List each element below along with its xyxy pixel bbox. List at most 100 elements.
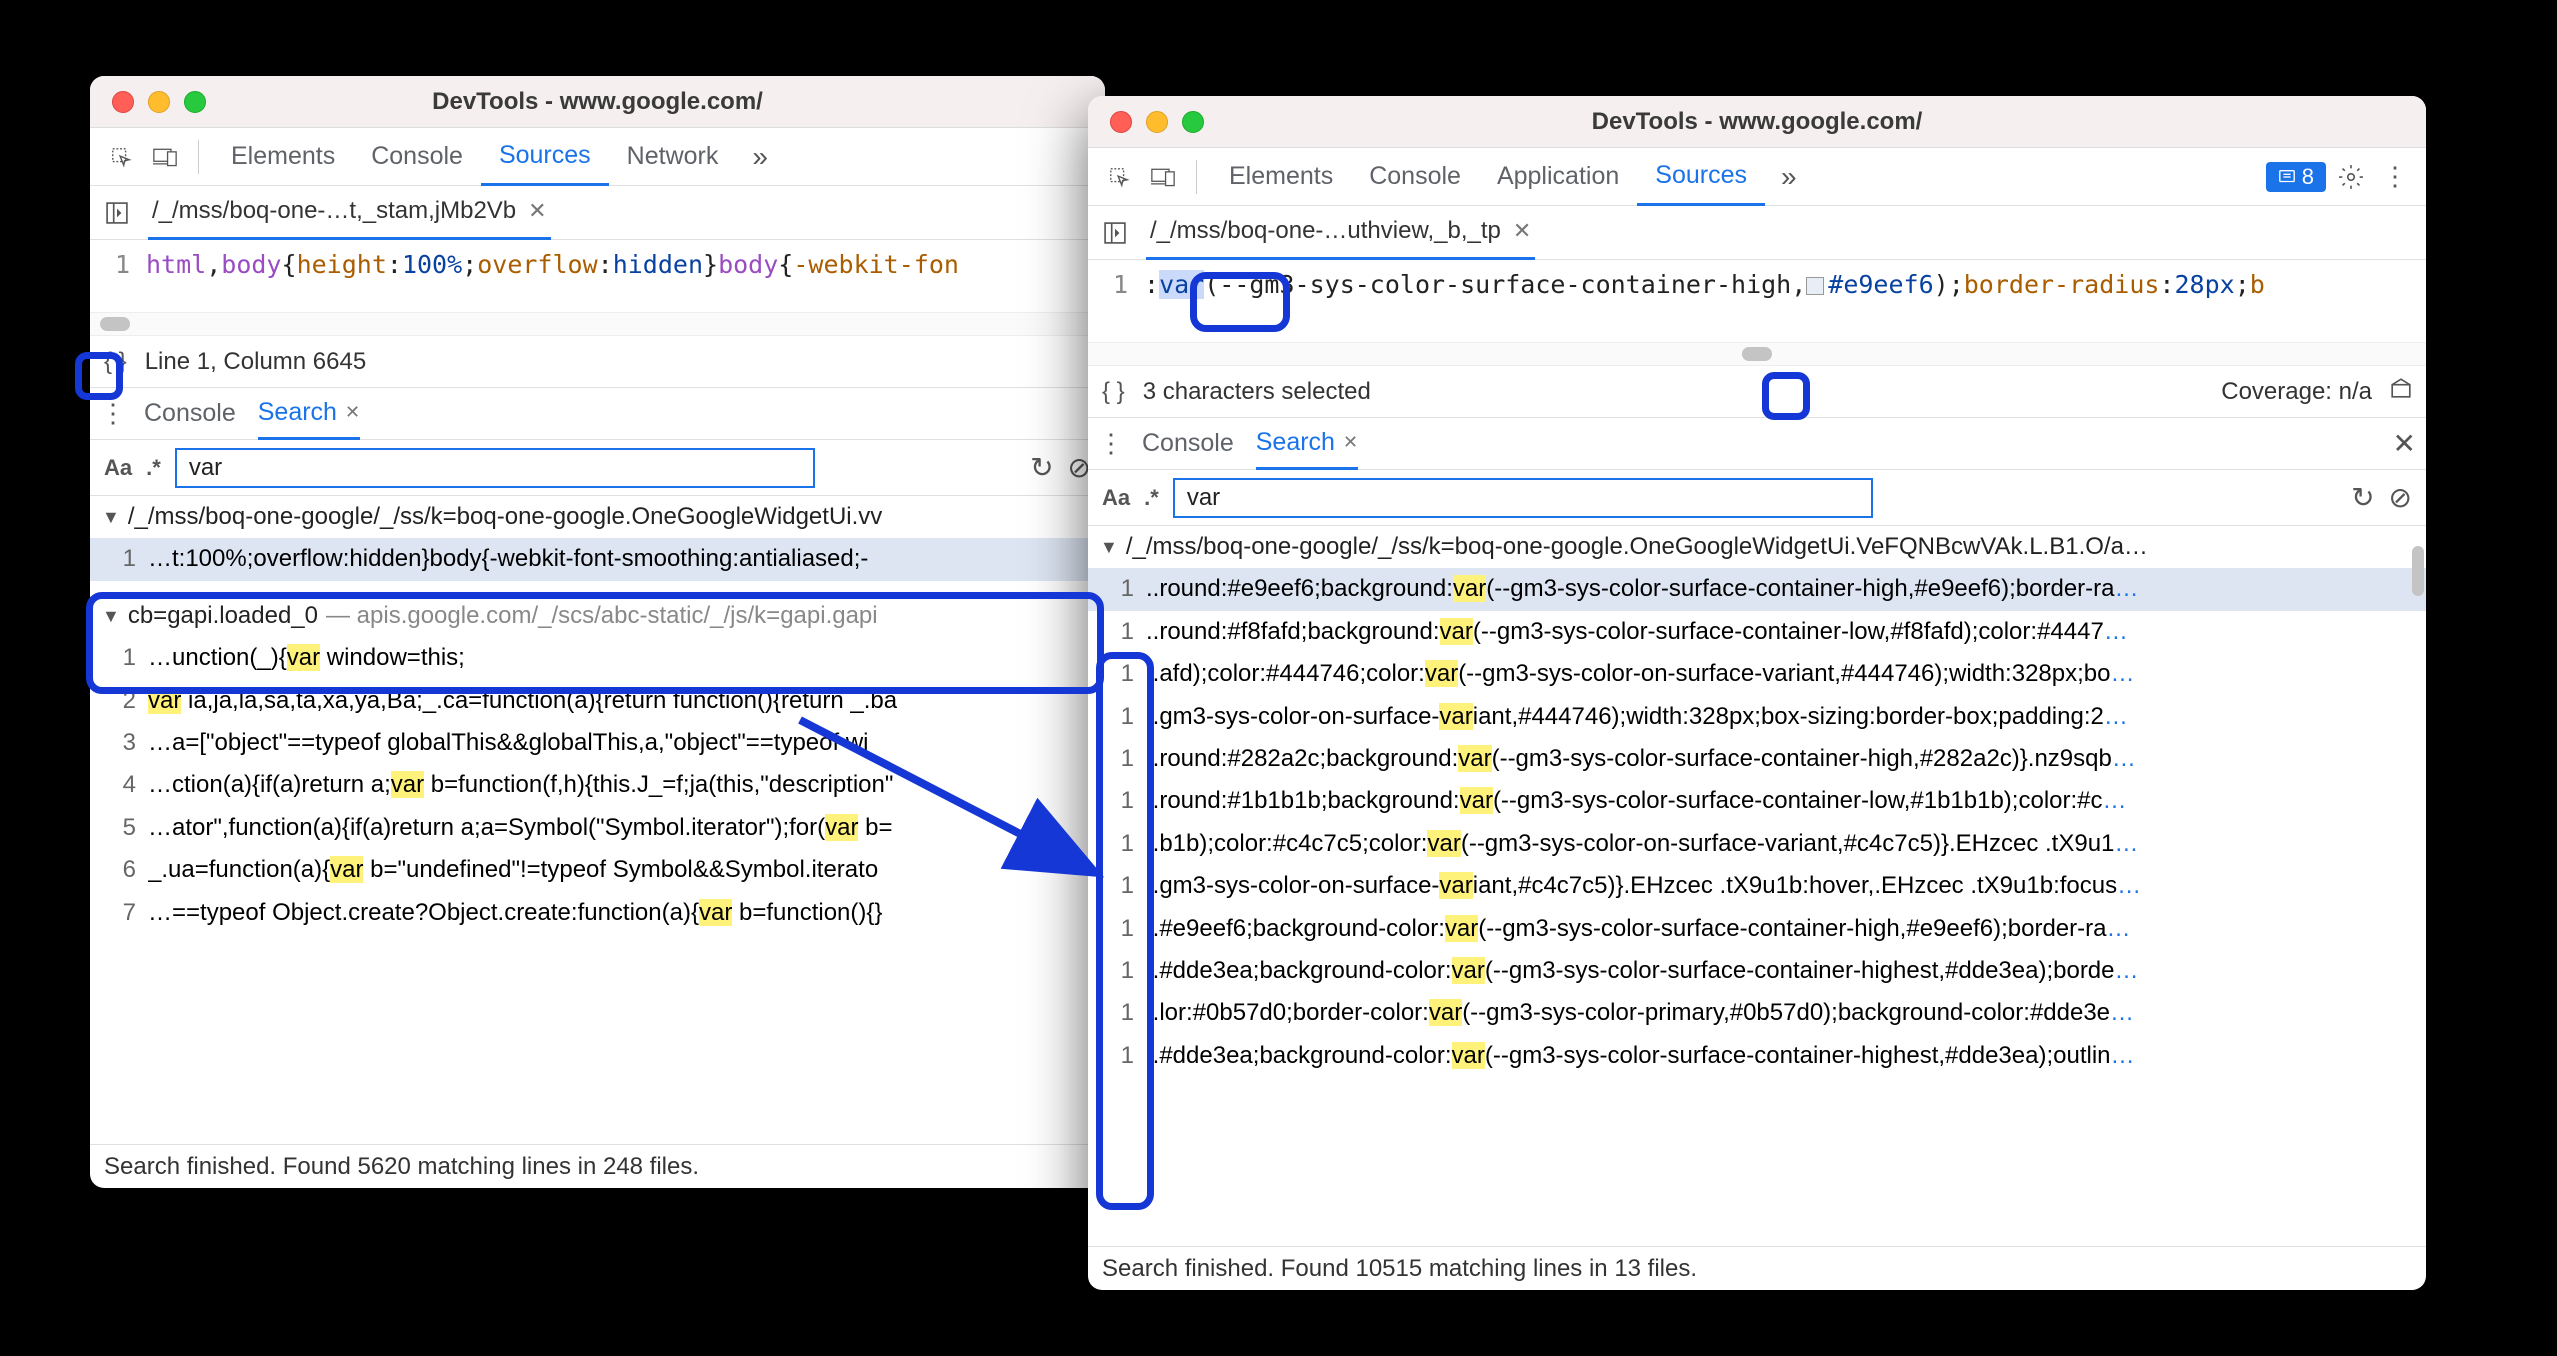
issues-badge[interactable]: 8 bbox=[2266, 162, 2326, 192]
drawer-menu-icon[interactable]: ⋮ bbox=[100, 398, 126, 429]
close-icon[interactable]: ✕ bbox=[1513, 218, 1531, 244]
search-result-row[interactable]: 1..#e9eef6;background-color:var(--gm3-sy… bbox=[1088, 908, 2426, 950]
search-result-row[interactable]: 1..round:#f8fafd;background:var(--gm3-sy… bbox=[1088, 611, 2426, 653]
search-result-row[interactable]: 4…ction(a){if(a)return a;var b=function(… bbox=[90, 764, 1105, 806]
tab-sources[interactable]: Sources bbox=[481, 128, 609, 186]
search-result-row[interactable]: 2var ia,ja,la,sa,ta,xa,ya,Ba;_.ca=functi… bbox=[90, 680, 1105, 722]
braces-icon[interactable]: { } bbox=[104, 348, 127, 376]
search-bar: Aa .* ↻ ⊘ bbox=[90, 440, 1105, 496]
search-result-row[interactable]: 5…ator",function(a){if(a)return a;a=Symb… bbox=[90, 807, 1105, 849]
drawer-tabbar: ⋮ Console Search✕ bbox=[90, 388, 1105, 440]
search-result-row[interactable]: 1..gm3-sys-color-on-surface-variant,#c4c… bbox=[1088, 865, 2426, 907]
maximize-window-button[interactable] bbox=[184, 91, 206, 113]
titlebar: DevTools - www.google.com/ bbox=[1088, 96, 2426, 148]
close-window-button[interactable] bbox=[1110, 111, 1132, 133]
tab-elements[interactable]: Elements bbox=[213, 128, 353, 186]
close-window-button[interactable] bbox=[112, 91, 134, 113]
file-tab-label: /_/mss/boq-one-…uthview,_b,_tp bbox=[1150, 217, 1501, 245]
search-summary: Search finished. Found 5620 matching lin… bbox=[104, 1153, 699, 1181]
result-file-path[interactable]: /_/mss/boq-one-google/_/ss/k=boq-one-goo… bbox=[1126, 528, 2148, 566]
kebab-menu-icon[interactable]: ⋮ bbox=[2376, 158, 2414, 196]
code-line: html,body{height:100%;overflow:hidden}bo… bbox=[146, 246, 959, 306]
close-drawer-icon[interactable]: ✕ bbox=[2393, 427, 2416, 460]
line-number: 1 bbox=[90, 246, 146, 306]
more-tabs-chevron-icon[interactable]: » bbox=[1771, 161, 1807, 193]
device-toggle-icon[interactable] bbox=[1144, 158, 1182, 196]
refresh-icon[interactable]: ↻ bbox=[2351, 481, 2374, 514]
minimize-window-button[interactable] bbox=[1146, 111, 1168, 133]
sidebar-toggle-icon[interactable] bbox=[1098, 216, 1132, 250]
match-case-toggle[interactable]: Aa bbox=[104, 455, 132, 481]
regex-toggle[interactable]: .* bbox=[1144, 485, 1159, 511]
file-tabbar: /_/mss/boq-one-…t,_stam,jMb2Vb ✕ bbox=[90, 186, 1105, 240]
traffic-lights bbox=[90, 91, 206, 113]
drawer-menu-icon[interactable]: ⋮ bbox=[1098, 428, 1124, 459]
search-result-row[interactable]: 3…a=["object"==typeof globalThis&&global… bbox=[90, 722, 1105, 764]
coverage-icon[interactable] bbox=[2390, 377, 2412, 406]
refresh-icon[interactable]: ↻ bbox=[1030, 451, 1053, 484]
main-toolbar: ElementsConsoleSourcesNetwork » bbox=[90, 128, 1105, 186]
tab-sources[interactable]: Sources bbox=[1637, 148, 1765, 206]
drawer-tab-search[interactable]: Search✕ bbox=[258, 388, 360, 440]
code-editor[interactable]: 1 :var(--gm3-sys-color-surface-container… bbox=[1088, 260, 2426, 342]
gear-icon[interactable] bbox=[2332, 158, 2370, 196]
search-result-row[interactable]: 1..#dde3ea;background-color:var(--gm3-sy… bbox=[1088, 950, 2426, 992]
search-result-row[interactable]: 1..lor:#0b57d0;border-color:var(--gm3-sy… bbox=[1088, 992, 2426, 1034]
search-result-row[interactable]: 1..b1b);color:#c4c7c5;color:var(--gm3-sy… bbox=[1088, 823, 2426, 865]
file-tab[interactable]: /_/mss/boq-one-…uthview,_b,_tp ✕ bbox=[1146, 206, 1535, 260]
search-result-row[interactable]: 1..round:#e9eef6;background:var(--gm3-sy… bbox=[1088, 568, 2426, 610]
drawer-tab-console[interactable]: Console bbox=[144, 388, 236, 440]
close-icon[interactable]: ✕ bbox=[528, 198, 546, 224]
search-result-row[interactable]: 1..#dde3ea;background-color:var(--gm3-sy… bbox=[1088, 1035, 2426, 1077]
file-tabbar: /_/mss/boq-one-…uthview,_b,_tp ✕ bbox=[1088, 206, 2426, 260]
inspect-icon[interactable] bbox=[102, 138, 140, 176]
search-result-row[interactable]: 1..round:#282a2c;background:var(--gm3-sy… bbox=[1088, 738, 2426, 780]
close-drawer-tab-icon[interactable]: ✕ bbox=[1343, 432, 1358, 453]
file-tab-label: /_/mss/boq-one-…t,_stam,jMb2Vb bbox=[152, 197, 516, 225]
horizontal-scrollbar[interactable] bbox=[90, 312, 1105, 336]
search-result-row[interactable]: 1..afd);color:#444746;color:var(--gm3-sy… bbox=[1088, 653, 2426, 695]
tab-application[interactable]: Application bbox=[1479, 148, 1637, 206]
disclosure-triangle-icon[interactable]: ▼ bbox=[102, 602, 120, 631]
tab-console[interactable]: Console bbox=[1351, 148, 1479, 206]
tab-network[interactable]: Network bbox=[609, 128, 737, 186]
device-toggle-icon[interactable] bbox=[146, 138, 184, 176]
search-result-row[interactable]: 1…t:100%;overflow:hidden}body{-webkit-fo… bbox=[90, 538, 1105, 580]
code-editor[interactable]: 1 html,body{height:100%;overflow:hidden}… bbox=[90, 240, 1105, 312]
search-results[interactable]: ▼ /_/mss/boq-one-google/_/ss/k=boq-one-go… bbox=[1088, 526, 2426, 1246]
search-input[interactable] bbox=[175, 448, 815, 488]
regex-toggle[interactable]: .* bbox=[146, 455, 161, 481]
more-tabs-chevron-icon[interactable]: » bbox=[742, 141, 778, 173]
maximize-window-button[interactable] bbox=[1182, 111, 1204, 133]
drawer-tab-console[interactable]: Console bbox=[1142, 418, 1234, 470]
search-input[interactable] bbox=[1173, 478, 1873, 518]
braces-icon[interactable]: { } bbox=[1102, 378, 1125, 406]
match-case-toggle[interactable]: Aa bbox=[1102, 485, 1130, 511]
minimize-window-button[interactable] bbox=[148, 91, 170, 113]
disclosure-triangle-icon[interactable]: ▼ bbox=[1100, 533, 1118, 562]
drawer-tab-search[interactable]: Search✕ bbox=[1256, 418, 1358, 470]
file-tab[interactable]: /_/mss/boq-one-…t,_stam,jMb2Vb ✕ bbox=[148, 186, 551, 240]
main-toolbar: ElementsConsoleApplicationSources » 8 ⋮ bbox=[1088, 148, 2426, 206]
search-result-row[interactable]: 1…unction(_){var window=this; bbox=[90, 637, 1105, 679]
disclosure-triangle-icon[interactable]: ▼ bbox=[102, 503, 120, 532]
drawer-tabbar: ⋮ Console Search✕ ✕ bbox=[1088, 418, 2426, 470]
horizontal-scrollbar[interactable] bbox=[1088, 342, 2426, 366]
inspect-icon[interactable] bbox=[1100, 158, 1138, 196]
result-file-path[interactable]: /_/mss/boq-one-google/_/ss/k=boq-one-goo… bbox=[128, 498, 882, 536]
editor-statusbar: { } Line 1, Column 6645 bbox=[90, 336, 1105, 388]
search-result-row[interactable]: 1..round:#1b1b1b;background:var(--gm3-sy… bbox=[1088, 780, 2426, 822]
search-results[interactable]: ▼ /_/mss/boq-one-google/_/ss/k=boq-one-go… bbox=[90, 496, 1105, 1144]
search-result-row[interactable]: 1..gm3-sys-color-on-surface-variant,#444… bbox=[1088, 696, 2426, 738]
traffic-lights bbox=[1088, 111, 1204, 133]
tab-elements[interactable]: Elements bbox=[1211, 148, 1351, 206]
clear-icon[interactable]: ⊘ bbox=[2389, 481, 2412, 514]
search-result-row[interactable]: 7…==typeof Object.create?Object.create:f… bbox=[90, 892, 1105, 934]
code-line: :var(--gm3-sys-color-surface-container-h… bbox=[1144, 266, 2265, 336]
tab-console[interactable]: Console bbox=[353, 128, 481, 186]
result-file-name[interactable]: cb=gapi.loaded_0 bbox=[128, 597, 318, 635]
vertical-scrollbar[interactable] bbox=[2412, 526, 2424, 1246]
sidebar-toggle-icon[interactable] bbox=[100, 196, 134, 230]
close-drawer-tab-icon[interactable]: ✕ bbox=[345, 402, 360, 423]
search-result-row[interactable]: 6_.ua=function(a){var b="undefined"!=typ… bbox=[90, 849, 1105, 891]
